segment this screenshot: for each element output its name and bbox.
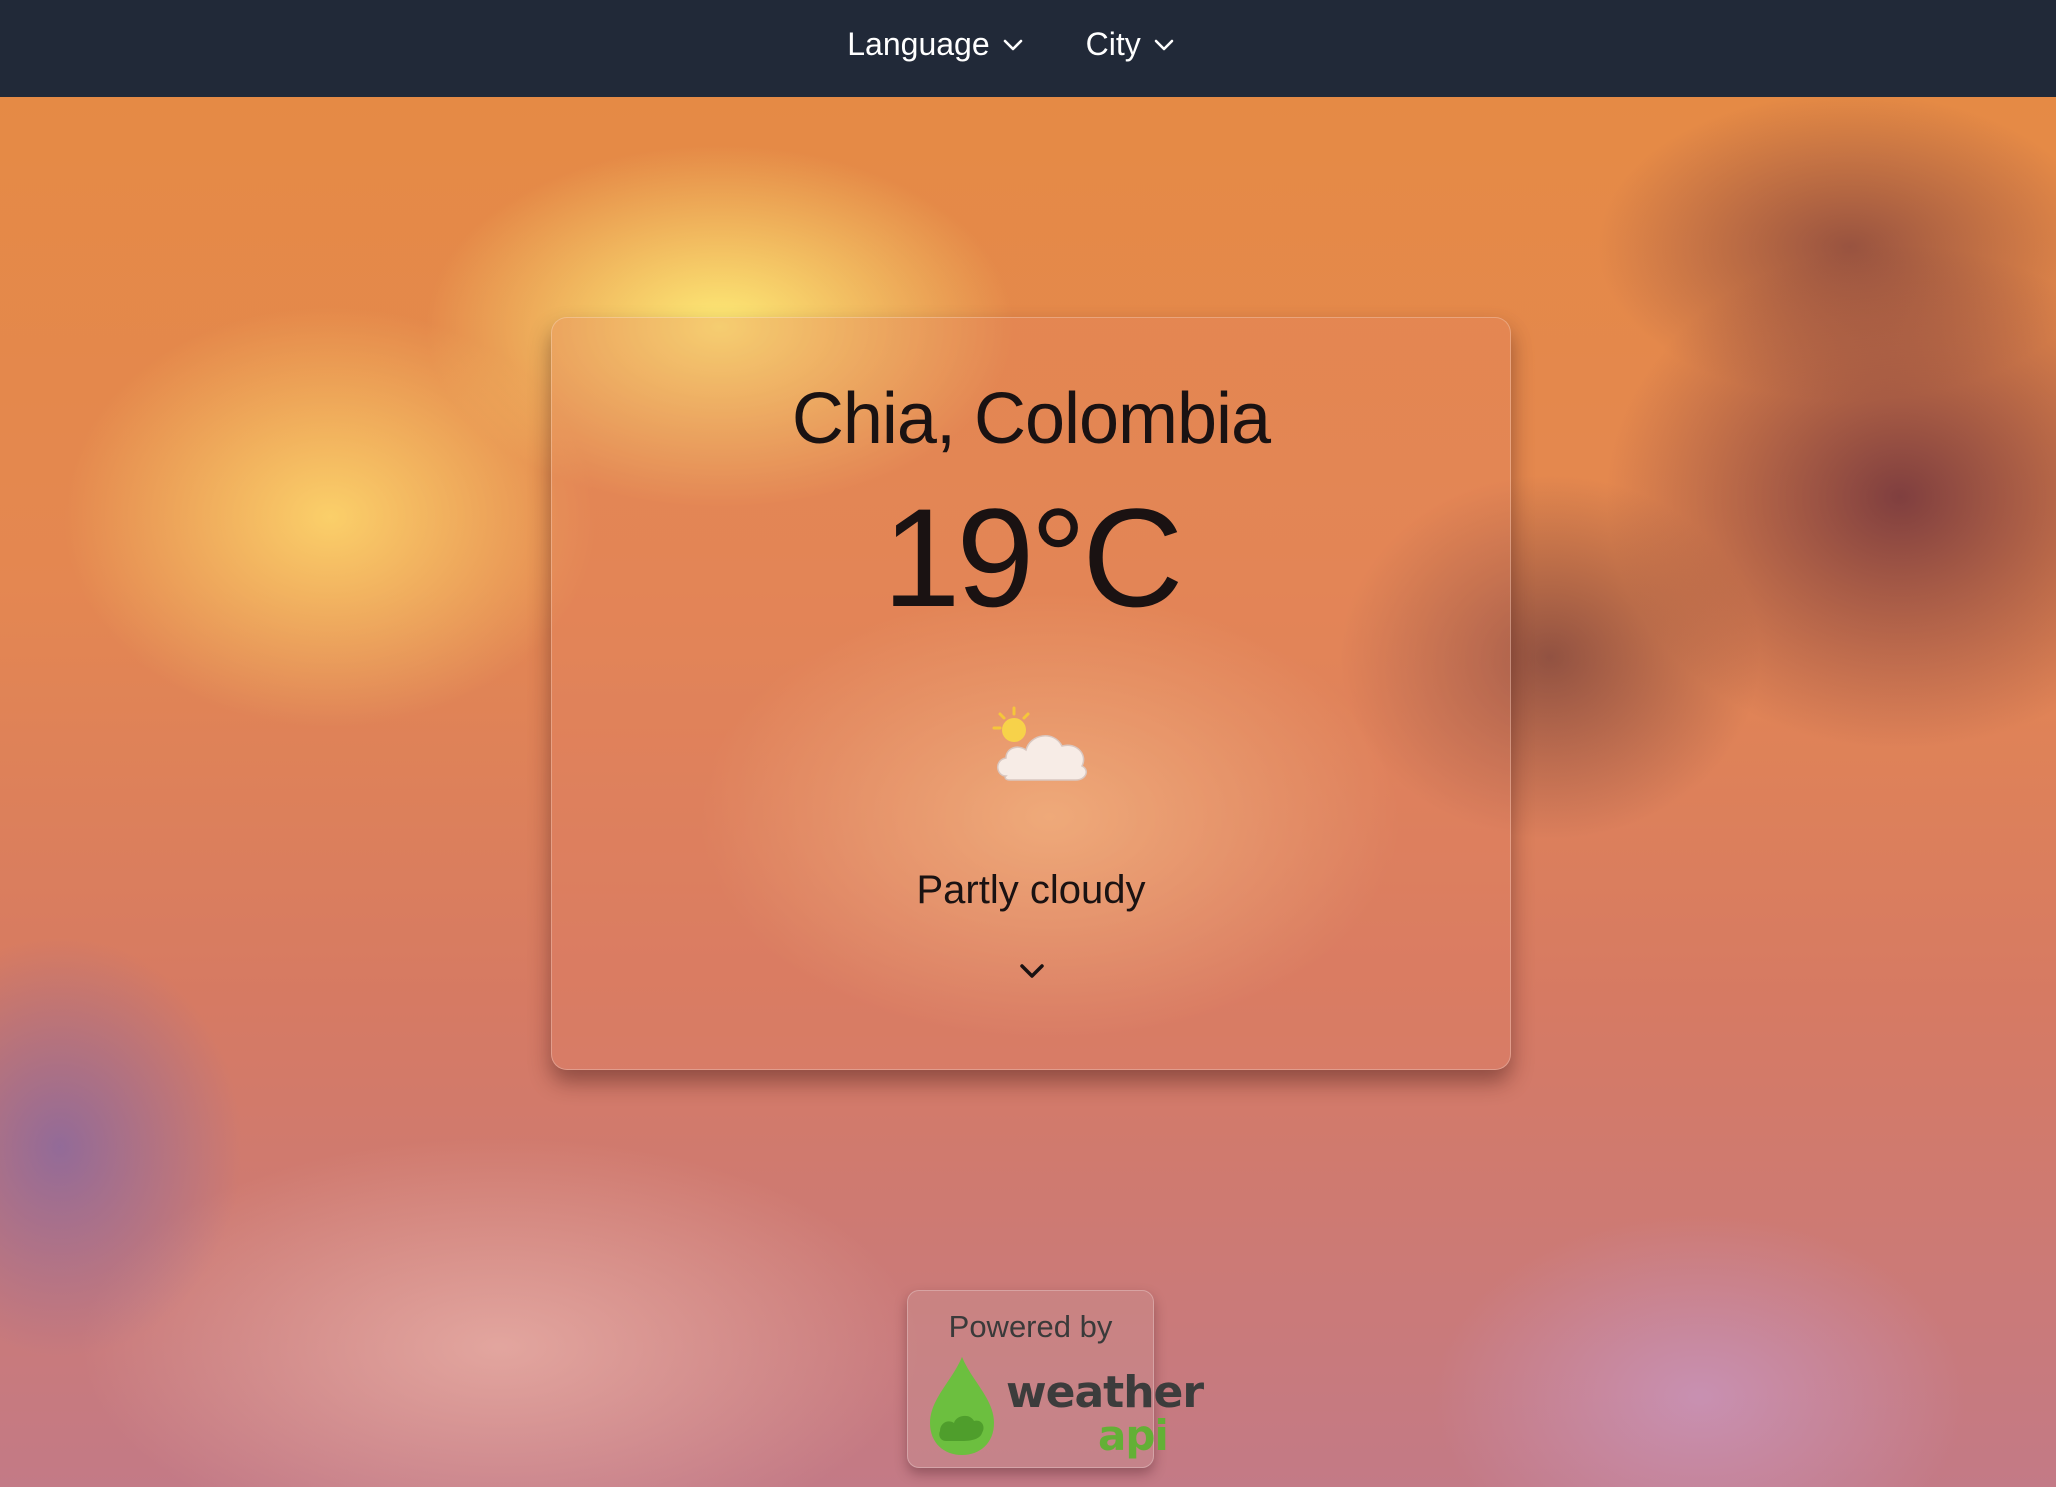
chevron-down-icon — [1154, 39, 1174, 50]
language-dropdown-label: Language — [847, 26, 990, 62]
partly-cloudy-icon — [992, 706, 1087, 781]
powered-by-label: Powered by — [948, 1309, 1113, 1344]
weatherapi-logo: weather api — [922, 1353, 1204, 1460]
chevron-down-icon — [1003, 39, 1022, 50]
top-navbar: Language City — [0, 0, 2056, 97]
location-title: Chia, Colombia — [791, 379, 1271, 459]
city-dropdown[interactable]: City — [1086, 19, 1175, 79]
drop-logo-icon — [930, 1357, 994, 1455]
weather-card: Chia, Colombia 19°C Partly cloudy — [551, 317, 1511, 1070]
language-dropdown[interactable]: Language — [847, 19, 1023, 79]
expand-chevron-icon[interactable] — [1017, 960, 1047, 982]
powered-by-badge[interactable]: Powered by weather api — [907, 1290, 1204, 1468]
temperature-value: 19°C — [882, 479, 1184, 636]
logo-word-api: api — [1098, 1411, 1169, 1460]
city-dropdown-label: City — [1085, 26, 1141, 62]
condition-text: Partly cloudy — [916, 868, 1146, 912]
